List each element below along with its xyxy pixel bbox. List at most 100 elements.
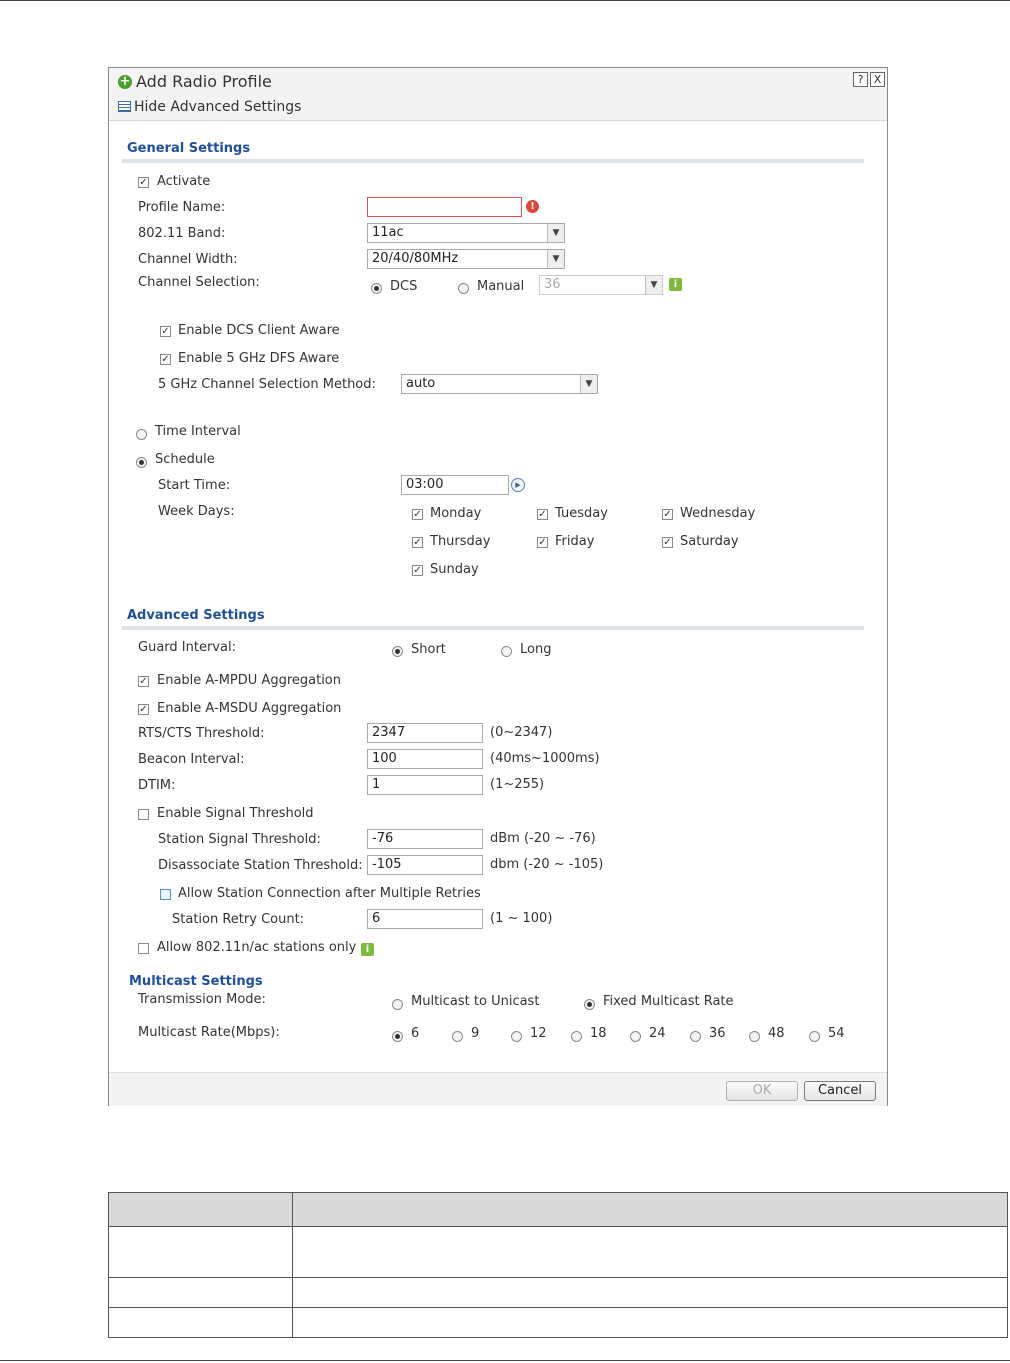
rate-label-54: 54 [828,1026,845,1041]
channel-method-label: 5 GHz Channel Selection Method: [158,377,376,392]
retry-count-range: (1 ~ 100) [490,911,553,926]
multicast-settings-title: Multicast Settings [129,974,263,989]
chevron-down-icon: ▼ [547,224,564,242]
rate-radio-48[interactable] [749,1031,760,1042]
rate-radio-6[interactable] [392,1031,403,1042]
dcs-label: DCS [390,279,418,294]
start-time-input[interactable]: 03:00 [401,475,509,495]
table-header-cell [108,1192,293,1227]
rate-radio-12[interactable] [511,1031,522,1042]
day-checkbox-friday[interactable]: ✓ [537,537,548,548]
table-row [108,1226,1008,1278]
profile-name-label: Profile Name: [138,200,226,215]
dfs-aware-label: Enable 5 GHz DFS Aware [178,351,340,366]
guard-long-radio[interactable] [501,646,512,657]
allow-retries-checkbox[interactable] [160,889,171,900]
day-checkbox-sunday[interactable]: ✓ [412,565,423,576]
band-select[interactable]: 11ac ▼ [367,223,565,243]
allow-retries-label: Allow Station Connection after Multiple … [178,886,481,901]
band-label: 802.11 Band: [138,226,226,241]
dfs-aware-checkbox[interactable]: ✓ [160,354,171,365]
manual-channel-select[interactable]: 36 ▼ [539,275,663,295]
time-interval-label: Time Interval [155,424,241,439]
disassoc-input[interactable]: -105 [367,855,483,875]
general-settings-title: General Settings [127,141,251,156]
multicast-rate-label: Multicast Rate(Mbps): [138,1025,280,1040]
dcs-client-aware-checkbox[interactable]: ✓ [160,326,171,337]
description-table [108,1192,1008,1338]
table-cell [108,1307,293,1338]
rate-label-18: 18 [590,1026,607,1041]
manual-radio[interactable] [458,283,469,294]
table-row [108,1277,1008,1308]
close-button[interactable]: X [870,72,885,87]
channel-width-label: Channel Width: [138,252,238,267]
day-checkbox-wednesday[interactable]: ✓ [662,509,673,520]
activate-checkbox[interactable]: ✓ [138,177,149,188]
rate-radio-18[interactable] [571,1031,582,1042]
ampdu-checkbox[interactable]: ✓ [138,676,149,687]
time-interval-radio[interactable] [136,429,147,440]
day-checkbox-thursday[interactable]: ✓ [412,537,423,548]
info-icon[interactable]: i [669,278,682,291]
guard-interval-label: Guard Interval: [138,640,236,655]
add-radio-profile-dialog: + Add Radio Profile ? X Hide Advanced Se… [108,67,888,1106]
table-cell [292,1307,1008,1338]
schedule-label: Schedule [155,452,215,467]
beacon-input[interactable]: 100 [367,749,483,769]
rts-range: (0~2347) [490,725,553,740]
multicast-to-unicast-radio[interactable] [392,999,403,1010]
station-signal-label: Station Signal Threshold: [158,832,321,847]
day-label-saturday: Saturday [680,534,739,549]
table-cell [108,1226,293,1278]
day-label-sunday: Sunday [430,562,479,577]
channel-selection-label: Channel Selection: [138,275,260,290]
clock-icon[interactable]: ▶ [511,478,525,492]
rate-radio-24[interactable] [630,1031,641,1042]
hide-advanced-settings-link[interactable]: Hide Advanced Settings [134,99,301,115]
fixed-multicast-rate-radio[interactable] [584,999,595,1010]
table-cell [292,1226,1008,1278]
rate-radio-9[interactable] [452,1031,463,1042]
advanced-settings-divider [122,626,864,630]
manual-channel-value: 36 [544,277,561,292]
channel-width-select[interactable]: 20/40/80MHz ▼ [367,249,565,269]
day-label-thursday: Thursday [430,534,491,549]
retry-count-label: Station Retry Count: [172,912,305,927]
day-label-tuesday: Tuesday [555,506,608,521]
schedule-radio[interactable] [136,457,147,468]
dcs-radio[interactable] [371,283,382,294]
day-checkbox-tuesday[interactable]: ✓ [537,509,548,520]
amsdu-checkbox[interactable]: ✓ [138,704,149,715]
ok-button[interactable]: OK [726,1081,798,1101]
amsdu-label: Enable A-MSDU Aggregation [157,701,342,716]
cancel-button[interactable]: Cancel [804,1081,876,1101]
rate-label-36: 36 [709,1026,726,1041]
dcs-client-aware-label: Enable DCS Client Aware [178,323,340,338]
info-icon[interactable]: i [361,943,374,956]
day-checkbox-saturday[interactable]: ✓ [662,537,673,548]
station-signal-input[interactable]: -76 [367,829,483,849]
dialog-header: + Add Radio Profile ? X Hide Advanced Se… [109,68,887,121]
channel-method-select[interactable]: auto ▼ [401,374,598,394]
table-row [108,1307,1008,1338]
signal-threshold-checkbox[interactable] [138,809,149,820]
dtim-input[interactable]: 1 [367,775,483,795]
n-ac-only-checkbox[interactable] [138,943,149,954]
rate-label-9: 9 [471,1026,480,1041]
retry-count-input[interactable]: 6 [367,909,483,929]
profile-name-input[interactable] [367,197,522,217]
ampdu-label: Enable A-MPDU Aggregation [157,673,341,688]
beacon-label: Beacon Interval: [138,752,245,767]
rate-radio-54[interactable] [809,1031,820,1042]
transmission-mode-label: Transmission Mode: [138,992,266,1007]
guard-short-radio[interactable] [392,646,403,657]
rate-radio-36[interactable] [690,1031,701,1042]
rts-input[interactable]: 2347 [367,723,483,743]
signal-threshold-label: Enable Signal Threshold [157,806,314,821]
day-checkbox-monday[interactable]: ✓ [412,509,423,520]
list-icon [118,101,131,112]
rts-label: RTS/CTS Threshold: [138,726,265,741]
fixed-multicast-rate-label: Fixed Multicast Rate [603,994,734,1009]
help-button[interactable]: ? [853,72,868,87]
